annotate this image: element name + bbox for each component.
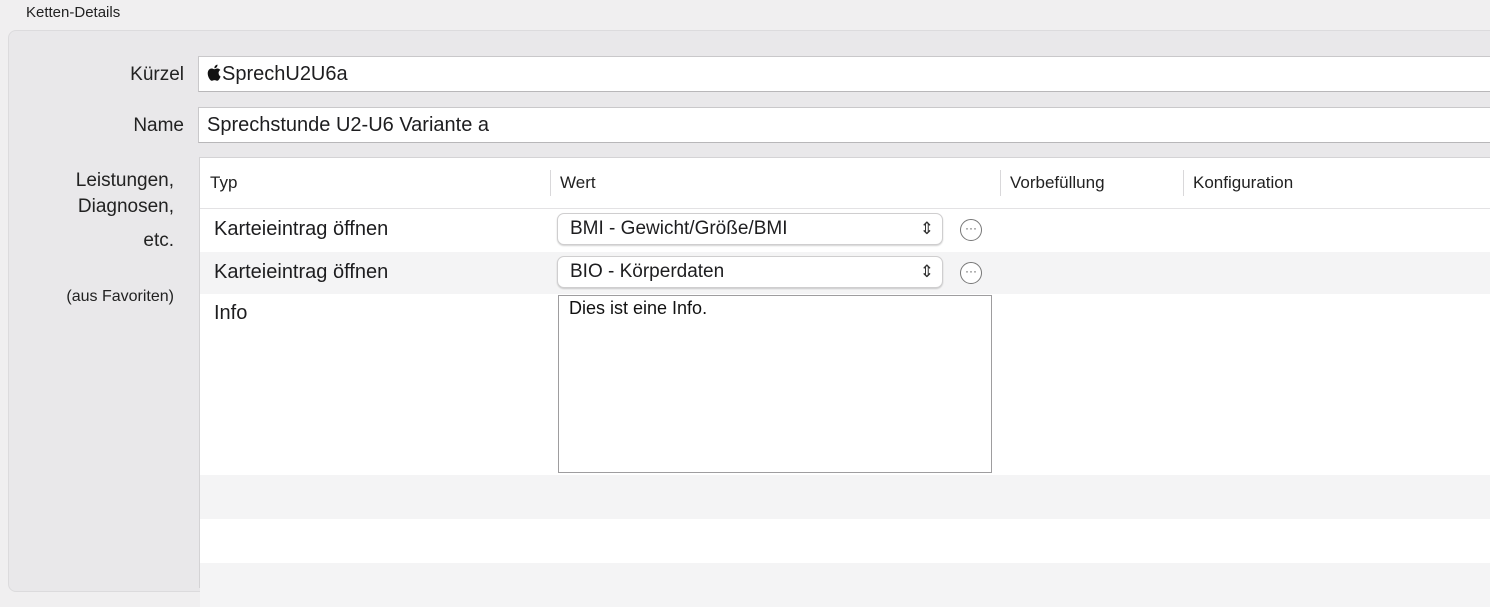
leistungen-table: Typ Wert Vorbefüllung Konfiguration Kart… — [199, 157, 1490, 607]
kuerzel-field[interactable]: SprechU2U6a — [198, 56, 1490, 92]
section-title: Ketten-Details — [26, 4, 121, 21]
column-header-typ[interactable]: Typ — [200, 158, 550, 208]
column-header-vorbefuellung[interactable]: Vorbefüllung — [1000, 158, 1180, 208]
kuerzel-label: Kürzel — [130, 64, 184, 85]
name-label: Name — [133, 115, 184, 136]
kuerzel-value: SprechU2U6a — [222, 63, 348, 85]
popup-value: BIO - Körperdaten — [570, 261, 725, 282]
row-typ: Karteieintrag öffnen — [214, 218, 389, 240]
column-header-konfiguration[interactable]: Konfiguration — [1183, 158, 1490, 208]
name-field[interactable]: Sprechstunde U2-U6 Variante a — [198, 107, 1490, 143]
row-typ: Karteieintrag öffnen — [214, 261, 389, 283]
ellipsis-circle-icon[interactable]: ··· — [960, 262, 982, 284]
empty-table-row — [200, 475, 1490, 519]
empty-table-row — [200, 519, 1490, 563]
wert-popup-button[interactable]: BIO - Körperdaten ⇕ — [557, 256, 943, 288]
favoriten-note: (aus Favoriten) — [66, 288, 174, 305]
ellipsis-circle-icon[interactable]: ··· — [960, 219, 982, 241]
row-typ: Info — [214, 302, 248, 324]
popup-value: BMI - Gewicht/Größe/BMI — [570, 218, 788, 239]
leistungen-label-line1: Leistungen, — [75, 170, 174, 191]
wert-popup-button[interactable]: BMI - Gewicht/Größe/BMI ⇕ — [557, 213, 943, 245]
updown-chevron-icon: ⇕ — [919, 262, 934, 281]
table-row[interactable]: Karteieintrag öffnen BIO - Körperdaten ⇕… — [200, 252, 1490, 294]
table-row[interactable]: Karteieintrag öffnen BMI - Gewicht/Größe… — [200, 208, 1490, 252]
empty-table-row — [200, 563, 1490, 607]
updown-chevron-icon: ⇕ — [919, 219, 934, 238]
column-header-wert[interactable]: Wert — [550, 158, 1000, 208]
leistungen-label-line2: Diagnosen, — [77, 196, 174, 217]
table-header: Typ Wert Vorbefüllung Konfiguration — [200, 158, 1490, 209]
leistungen-label-line3: etc. — [143, 230, 174, 251]
apple-logo-icon — [207, 58, 221, 92]
info-text-area[interactable]: Dies ist eine Info. — [558, 295, 992, 473]
